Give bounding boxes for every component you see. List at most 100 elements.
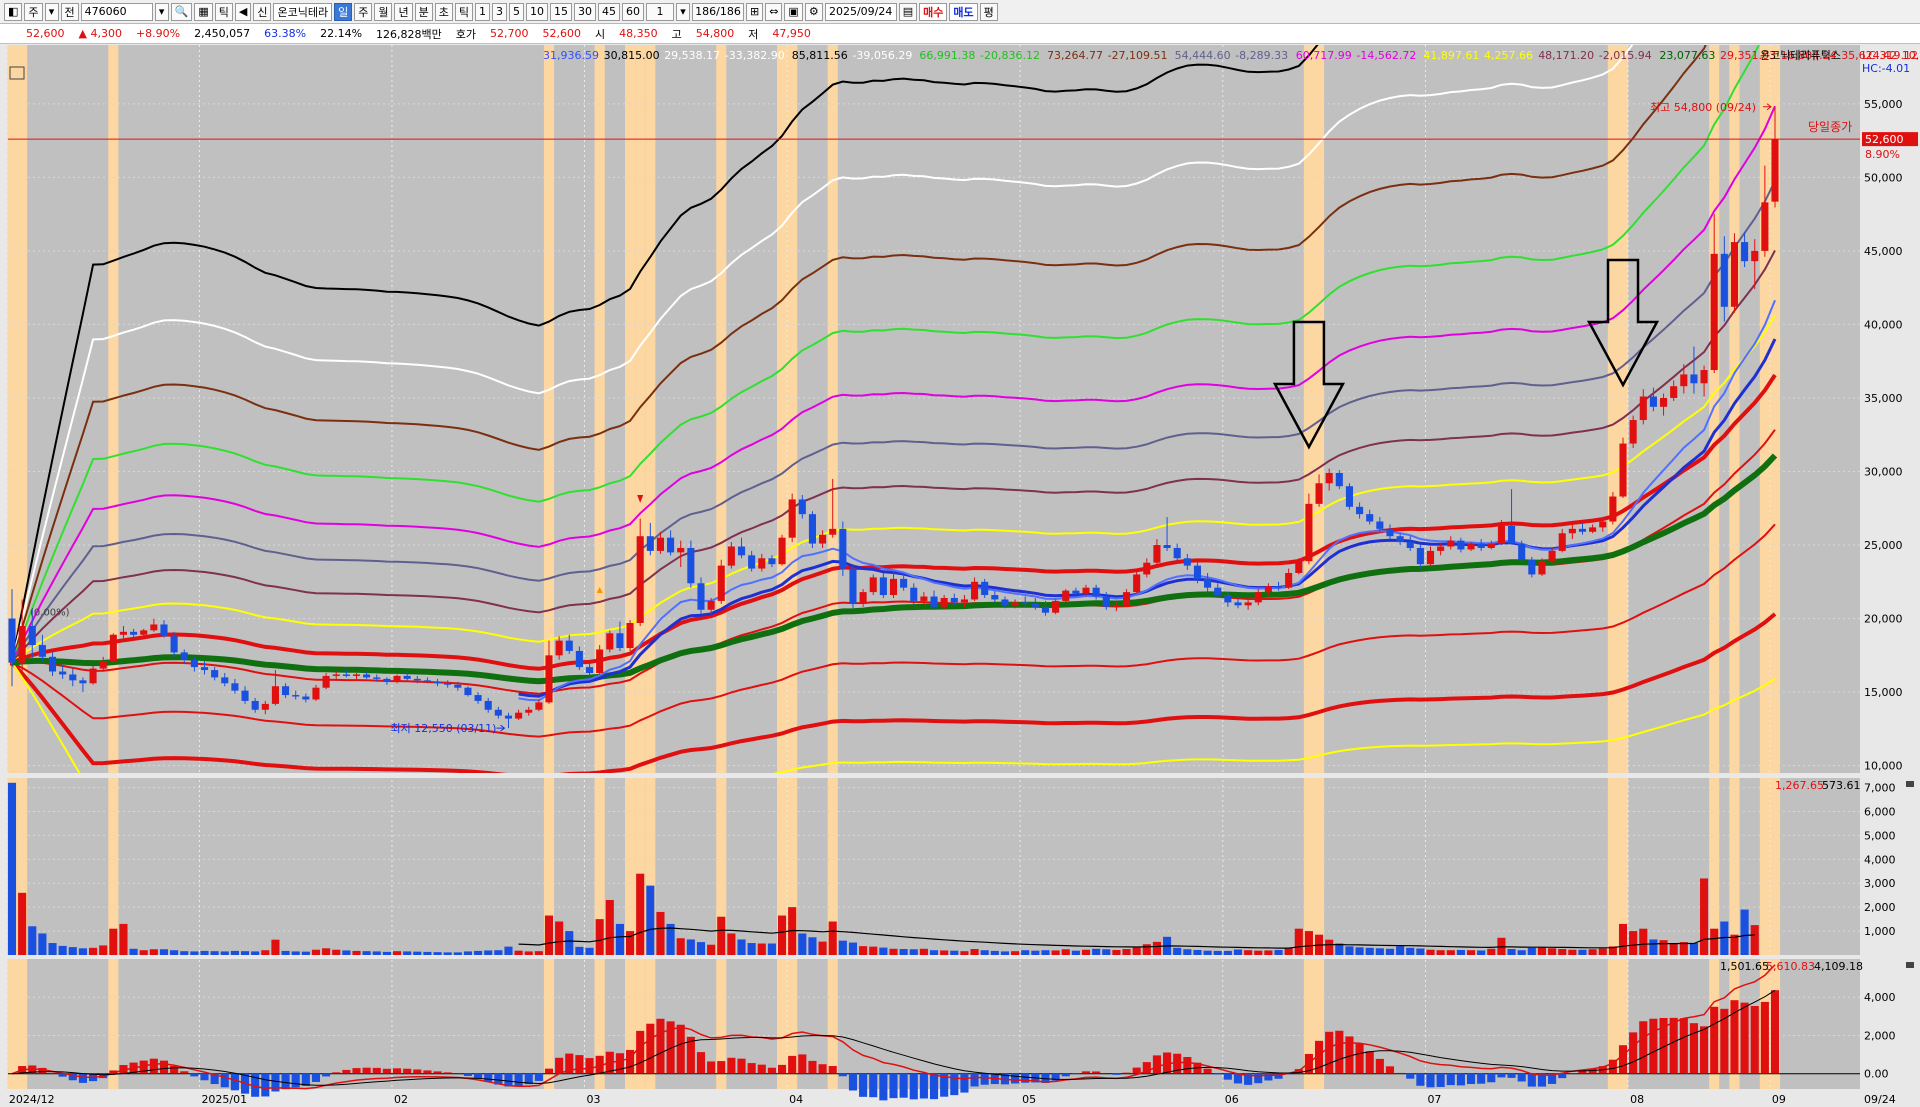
time-tick-label: 08 <box>1630 1093 1644 1106</box>
interval-5[interactable]: 5 <box>508 2 524 21</box>
code-dropdown-icon[interactable]: ▾ <box>154 2 169 21</box>
volume-bar <box>1710 928 1719 955</box>
volume-bar <box>1051 950 1060 955</box>
macd-bar <box>1639 1021 1648 1074</box>
candle-body <box>819 534 827 544</box>
tab-minute[interactable]: 분 <box>414 2 433 21</box>
volume-bar <box>1254 950 1263 955</box>
candle-body <box>454 684 462 688</box>
candle <box>839 521 847 576</box>
candle-body <box>515 712 523 719</box>
highlight-band <box>1313 45 1325 773</box>
tick-chart-button[interactable]: 틱 <box>214 2 233 21</box>
ratio-1: 63.38% <box>264 27 307 40</box>
change-value: ▲ 4,300 <box>78 27 122 40</box>
search-icon[interactable]: 🔍 <box>170 2 193 21</box>
highlight-band <box>108 778 119 955</box>
zoom-icon[interactable]: ⊞ <box>745 2 764 21</box>
layout-icon[interactable]: ◧ <box>4 2 23 21</box>
volume-bar <box>291 951 300 955</box>
macd-bar <box>1092 1071 1101 1074</box>
candle-body <box>1730 242 1739 307</box>
interval-45[interactable]: 45 <box>597 2 620 21</box>
tab-tick[interactable]: 틱 <box>454 2 473 21</box>
volume-bar <box>392 951 402 955</box>
macd-bar <box>1406 1073 1415 1079</box>
volume-bar <box>342 950 351 955</box>
highlight-band <box>1709 778 1720 955</box>
tab-daily[interactable]: 일 <box>334 2 353 21</box>
candle-body <box>1741 242 1749 262</box>
legend-value: -8,289.33 <box>1235 49 1288 62</box>
stock-name-field[interactable]: 온코닉테라 <box>273 2 333 21</box>
volume-bar <box>777 915 787 955</box>
interval-15[interactable]: 15 <box>549 2 572 21</box>
price-tick-label: 15,000 <box>1864 686 1903 699</box>
macd-bar <box>534 1073 543 1081</box>
macd-bar <box>362 1067 371 1074</box>
candle-body <box>788 499 796 538</box>
interval-3[interactable]: 3 <box>491 2 507 21</box>
calendar-icon[interactable]: ▤ <box>898 2 918 21</box>
tab-monthly[interactable]: 월 <box>374 2 393 21</box>
save-icon[interactable]: ▣ <box>784 2 803 21</box>
volume-bar <box>58 945 67 955</box>
candle-body <box>221 677 229 684</box>
macd-bar <box>1426 1073 1435 1088</box>
candle-body <box>1771 139 1779 202</box>
interval-dropdown-icon[interactable]: ▾ <box>675 2 690 21</box>
flat-button[interactable]: 평 <box>979 2 998 21</box>
buy-button[interactable]: 매수 <box>919 2 948 21</box>
price-chart[interactable]: 10,000 15,000 20,000 25,000 30,000 35,000 40,0… <box>0 45 1920 1107</box>
volume-bar <box>1639 928 1648 955</box>
volume-bar <box>119 923 128 955</box>
volume-bar <box>828 921 837 955</box>
candle-body <box>1670 386 1678 398</box>
tab-second[interactable]: 초 <box>434 2 453 21</box>
macd-tick-label: 4,000 <box>1864 991 1896 1004</box>
gear-icon[interactable]: ⚙ <box>804 2 823 21</box>
candle-body <box>18 625 26 663</box>
volume-bar <box>848 942 858 955</box>
candle-body <box>960 599 968 603</box>
candle <box>626 620 634 651</box>
candle-body <box>1204 578 1212 588</box>
volume-bar <box>899 949 908 955</box>
sell-button[interactable]: 매도 <box>949 2 978 21</box>
tab-yearly[interactable]: 년 <box>394 2 413 21</box>
interval-10[interactable]: 10 <box>525 2 548 21</box>
interval-30[interactable]: 30 <box>573 2 596 21</box>
volume-bar <box>423 951 432 955</box>
volume-bar <box>1740 909 1749 955</box>
bar-count-field[interactable]: 186/186 <box>691 2 744 21</box>
volume-bar <box>1669 943 1678 955</box>
date-field[interactable]: 2025/09/24 <box>824 2 897 21</box>
scroll-icon[interactable]: ⇔ <box>765 2 783 21</box>
ratio-2: 22.14% <box>320 27 363 40</box>
interval-1[interactable]: 1 <box>474 2 490 21</box>
sound-icon[interactable]: ◀ <box>234 2 252 21</box>
macd-bar <box>322 1073 331 1077</box>
grid-icon[interactable]: ▦ <box>194 2 213 21</box>
highlight-band <box>1729 778 1740 955</box>
market-select[interactable]: 전 <box>60 2 79 21</box>
candle-body <box>656 537 665 551</box>
dropdown-arrow-icon[interactable]: ▾ <box>44 2 59 21</box>
candle-body <box>444 683 452 685</box>
macd-bar <box>1700 1026 1709 1074</box>
candle-body <box>910 587 918 601</box>
candle-body <box>170 636 178 653</box>
time-tick-label: 09/24 <box>1864 1093 1896 1106</box>
stock-code-input[interactable]: 476060 <box>80 2 153 21</box>
candle-body <box>727 546 735 566</box>
interval-60[interactable]: 60 <box>621 2 644 21</box>
volume-tick-label: 1,000 <box>1864 925 1896 938</box>
macd-bar <box>626 1049 635 1074</box>
tab-weekly[interactable]: 주 <box>354 2 373 21</box>
period-select[interactable]: 주 <box>24 2 43 21</box>
macd-bar <box>1629 1032 1638 1074</box>
volume-bar <box>1456 949 1465 955</box>
interval-custom-input[interactable]: 1 <box>645 2 674 21</box>
volume-bar <box>1071 950 1080 955</box>
volume-bar <box>1021 950 1030 955</box>
